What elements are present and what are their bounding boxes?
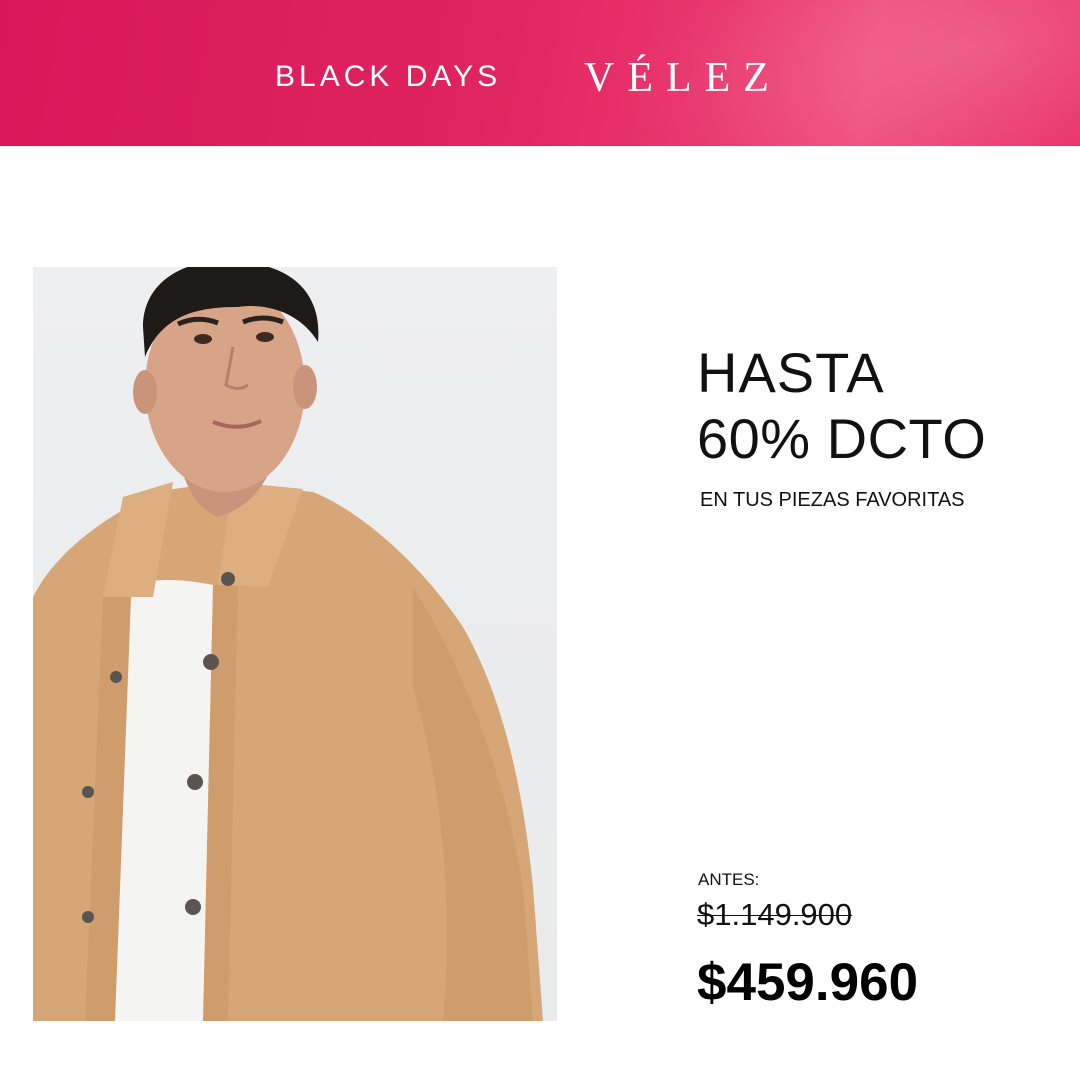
model-illustration <box>33 267 543 1021</box>
product-photo <box>33 267 557 1021</box>
promo-banner: BLACK DAYS VÉLEZ <box>0 0 1080 146</box>
campaign-label: BLACK DAYS <box>275 60 502 93</box>
promo-headline-line2: 60% DCTO <box>697 407 987 470</box>
before-price-label: ANTES: <box>698 870 760 889</box>
brand-logo: VÉLEZ <box>584 55 782 101</box>
promo-subline: EN TUS PIEZAS FAVORITAS <box>700 489 965 511</box>
promo-headline-line1: HASTA <box>697 341 885 404</box>
old-price: $1.149.900 <box>697 897 853 932</box>
sale-price: $459.960 <box>697 953 919 1012</box>
